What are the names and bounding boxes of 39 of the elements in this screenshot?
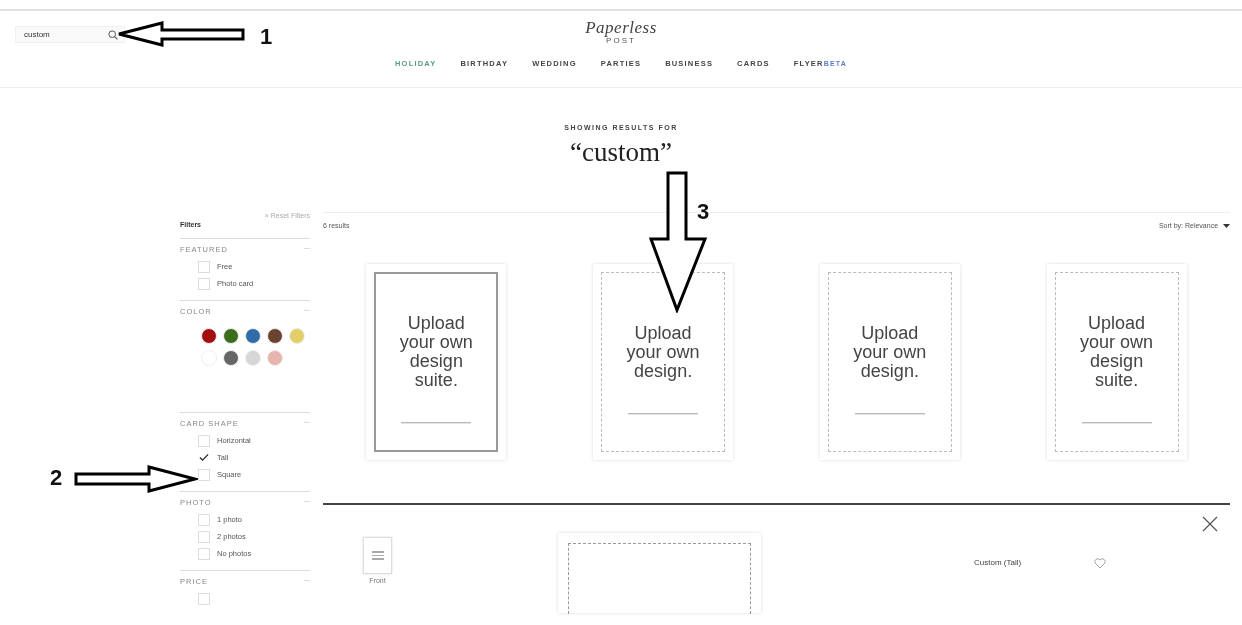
checkbox[interactable] — [198, 277, 210, 290]
checkbox[interactable] — [198, 530, 210, 543]
checkbox[interactable] — [198, 468, 210, 481]
search-field[interactable]: custom — [15, 26, 125, 43]
checkbox[interactable] — [198, 547, 210, 560]
product-title: Custom (Tall) — [974, 558, 1022, 568]
fine-print-line — [628, 412, 699, 415]
fine-print-line — [854, 412, 925, 415]
card-headline: Upload your own design suite. — [398, 314, 474, 390]
fine-print-line — [401, 422, 472, 424]
search-icon[interactable] — [108, 29, 118, 40]
color-swatch[interactable] — [267, 350, 283, 366]
color-swatch[interactable] — [223, 350, 239, 366]
caret-icon[interactable] — [1223, 224, 1230, 228]
front-thumbnail[interactable] — [363, 537, 392, 574]
color-swatch[interactable] — [245, 328, 261, 344]
annotation-number: 3 — [697, 200, 710, 224]
checkbox[interactable] — [198, 451, 210, 464]
checkbox[interactable] — [198, 434, 210, 447]
color-swatch[interactable] — [245, 350, 261, 366]
color-swatch[interactable] — [267, 328, 283, 344]
annotation-number: 1 — [260, 25, 273, 49]
color-swatch[interactable] — [289, 328, 305, 344]
search-value: custom — [24, 30, 50, 39]
card-headline: Upload your own design. — [852, 323, 928, 381]
checkbox[interactable] — [198, 513, 210, 526]
annotation-number: 2 — [50, 466, 63, 490]
card-headline: Upload your own design suite. — [1079, 314, 1155, 390]
logo-subtitle: POST — [606, 37, 636, 45]
search-query-title: “custom” — [570, 137, 672, 168]
checkbox[interactable] — [198, 260, 210, 273]
checkbox[interactable] — [198, 592, 210, 605]
close-icon[interactable] — [1202, 516, 1218, 532]
logo-wordmark[interactable]: Paperless — [585, 19, 657, 37]
fine-print-line — [1081, 422, 1152, 424]
color-swatch[interactable] — [201, 328, 217, 344]
color-swatch[interactable] — [223, 328, 239, 344]
card-headline: Upload your own design. — [625, 323, 701, 381]
heart-icon[interactable] — [1094, 558, 1107, 569]
